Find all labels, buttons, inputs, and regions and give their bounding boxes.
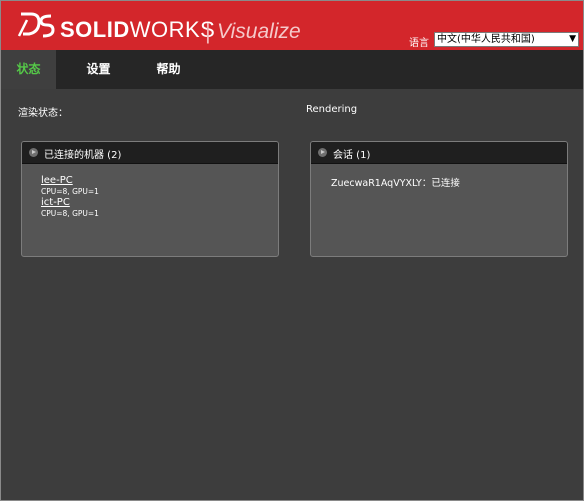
- ds-logo-icon: [17, 12, 55, 38]
- language-label: 语言: [409, 38, 429, 49]
- brand-separator: |: [205, 19, 211, 44]
- panel-title: 会话 (1): [333, 150, 371, 161]
- language-select[interactable]: 中文(中华人民共和国) ▼: [434, 32, 579, 47]
- tab-status[interactable]: 状态: [1, 50, 56, 89]
- tab-settings[interactable]: 设置: [71, 50, 126, 89]
- machine-link[interactable]: ict-PC: [41, 197, 70, 208]
- panel-header[interactable]: 已连接的机器 (2): [22, 142, 278, 164]
- brand-wordmark: SOLIDWORKS: [60, 19, 215, 41]
- render-status-label: 渲染状态：: [18, 108, 68, 119]
- expand-icon[interactable]: [318, 148, 327, 157]
- brand-bold: SOLID: [60, 17, 130, 42]
- chevron-down-icon: ▼: [569, 34, 576, 44]
- expand-icon[interactable]: [29, 148, 38, 157]
- panel-title: 已连接的机器 (2): [44, 150, 122, 161]
- connected-machines-panel: 已连接的机器 (2) lee-PC CPU=8, GPU=1 ict-PC CP…: [21, 141, 279, 257]
- panel-header[interactable]: 会话 (1): [311, 142, 567, 164]
- render-status-value: Rendering: [306, 104, 358, 115]
- sessions-panel: 会话 (1) ZuecwaR1AqVYXLY：已连接: [310, 141, 568, 257]
- product-name: Visualize: [217, 20, 301, 43]
- app-header: SOLIDWORKS | Visualize 语言 中文(中华人民共和国) ▼: [1, 1, 583, 50]
- tab-help[interactable]: 帮助: [141, 50, 196, 89]
- main-nav: 状态 设置 帮助: [1, 50, 583, 89]
- language-select-value: 中文(中华人民共和国): [437, 34, 535, 45]
- machine-spec: CPU=8, GPU=1: [41, 209, 99, 218]
- session-item: ZuecwaR1AqVYXLY：已连接: [331, 178, 460, 189]
- brand-light: WORKS: [129, 17, 216, 42]
- machine-spec: CPU=8, GPU=1: [41, 187, 99, 196]
- machine-link[interactable]: lee-PC: [41, 175, 73, 186]
